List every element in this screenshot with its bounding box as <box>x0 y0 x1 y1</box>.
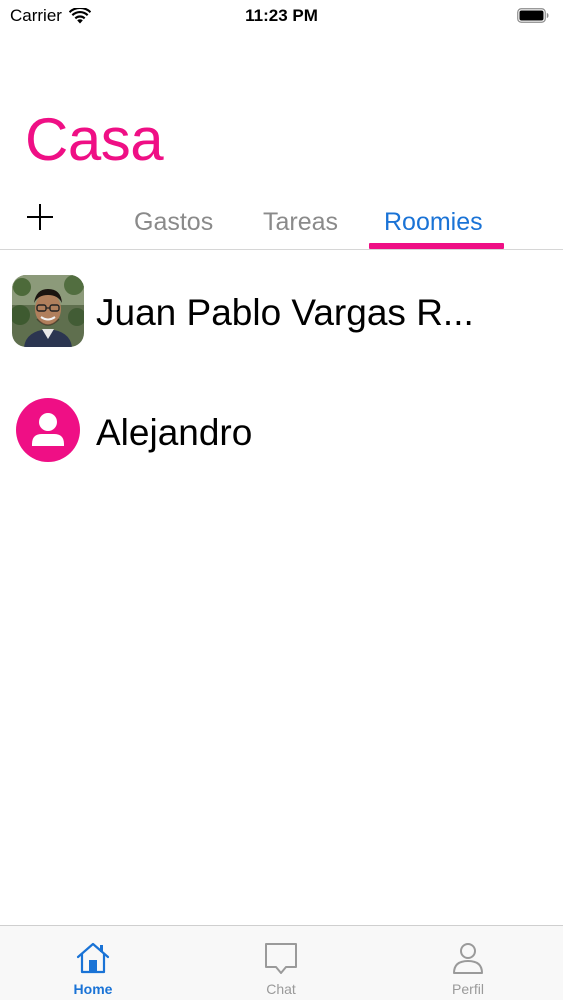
tab-gastos[interactable]: Gastos <box>134 206 213 238</box>
tab-bar-home[interactable]: Home <box>33 926 153 1000</box>
roomie-name: Alejandro <box>96 412 253 453</box>
battery-icon <box>517 8 549 23</box>
status-time: 11:23 PM <box>245 6 318 25</box>
tab-bar-label: Perfil <box>452 981 484 997</box>
page-title: Casa <box>25 106 164 173</box>
tab-divider <box>0 249 563 250</box>
house-icon <box>76 942 110 974</box>
avatar <box>12 275 84 347</box>
tab-bar-perfil[interactable]: Perfil <box>408 926 528 1000</box>
list-item[interactable]: Juan Pablo Vargas R... <box>0 273 563 353</box>
tab-bar-label: Chat <box>266 981 296 997</box>
tab-bar: Home Chat Perfil <box>0 925 563 1000</box>
profile-photo <box>12 275 84 347</box>
person-icon <box>32 413 64 446</box>
tab-tareas[interactable]: Tareas <box>263 206 338 238</box>
tab-bar-chat[interactable]: Chat <box>221 926 341 1000</box>
list-item[interactable]: Alejandro <box>0 393 563 473</box>
person-outline-icon <box>453 943 483 974</box>
status-bar: Carrier 11:23 PM <box>0 0 563 34</box>
add-button[interactable] <box>24 201 56 233</box>
roomie-name: Juan Pablo Vargas R... <box>96 292 474 333</box>
tab-roomies[interactable]: Roomies <box>384 206 483 238</box>
tab-bar-label: Home <box>73 981 113 997</box>
avatar <box>16 398 80 462</box>
chat-bubble-icon <box>265 943 297 974</box>
plus-icon <box>27 204 53 230</box>
